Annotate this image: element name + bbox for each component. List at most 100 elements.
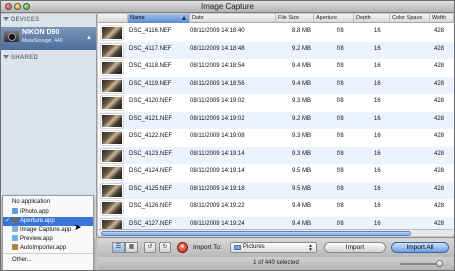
- table-row[interactable]: DSC_4117.NEF 08/11/2009 14:18:48 9.2 MB f/8…: [98, 41, 454, 59]
- column-header-file-size[interactable]: File Size: [276, 14, 314, 23]
- file-name-cell: DSC_4122.NEF: [129, 133, 173, 139]
- table-row[interactable]: DSC_4123.NEF 08/11/2009 14:19:14 9.3 MB f/8…: [98, 146, 454, 164]
- width-cell: 428: [434, 220, 445, 227]
- table-row[interactable]: DSC_4124.NEF 08/11/2009 14:19:14 9.5 MB f/8…: [98, 164, 454, 182]
- column-header-aperture[interactable]: Aperture: [314, 14, 354, 23]
- photo-thumbnail[interactable]: [101, 78, 123, 93]
- photo-thumbnail[interactable]: [101, 148, 123, 163]
- devices-header-label: DEVICES: [11, 17, 40, 23]
- photo-thumbnail[interactable]: [101, 166, 123, 180]
- photo-thumbnail[interactable]: [101, 201, 123, 215]
- date-cell: 08/11/2009 14:19:02: [190, 115, 245, 122]
- menu-item-autoimporter-app[interactable]: AutoImporter.app: [3, 244, 93, 253]
- table-row[interactable]: DSC_4125.NEF 08/11/2009 14:19:18 9.5 MB f/8…: [98, 181, 454, 199]
- app-icon: [12, 244, 18, 250]
- devices-section-header[interactable]: DEVICES: [3, 17, 39, 23]
- aperture-cell: f/8: [337, 80, 344, 87]
- column-header-name[interactable]: Name: [128, 14, 190, 23]
- import-to-label: Import To:: [193, 244, 222, 251]
- shared-section-header[interactable]: SHARED: [3, 55, 38, 61]
- folder-icon: [234, 245, 241, 250]
- aperture-cell: f/8: [337, 98, 344, 104]
- delete-icon[interactable]: ●: [177, 242, 188, 253]
- photo-thumbnail[interactable]: [101, 113, 123, 128]
- depth-cell: 16: [374, 28, 381, 34]
- menu-item-no-application[interactable]: No application: [3, 198, 93, 207]
- zoom-slider-knob[interactable]: [436, 260, 443, 267]
- device-subtitle: MassStorage, 440: [22, 38, 63, 44]
- device-name: NIKON D90: [22, 29, 60, 36]
- date-cell: 08/11/2009 14:19:02: [190, 98, 245, 104]
- date-cell: 08/11/2009 14:18:40: [190, 28, 245, 34]
- menu-item-other[interactable]: Other...: [3, 256, 93, 265]
- depth-cell: 16: [374, 150, 381, 157]
- aperture-cell: f/8: [337, 28, 344, 34]
- table-row[interactable]: DSC_4116.NEF 08/11/2009 14:18:40 8.8 MB f/8…: [98, 24, 454, 42]
- date-cell: 08/11/2009 14:19:08: [190, 133, 245, 139]
- aperture-cell: f/8: [337, 63, 344, 69]
- file-name-cell: DSC_4121.NEF: [129, 115, 173, 122]
- title-bar[interactable]: Image Capture: [1, 1, 454, 13]
- table-row[interactable]: DSC_4121.NEF 08/11/2009 14:19:02 9.2 MB f/8…: [98, 111, 454, 129]
- table-rows: DSC_4116.NEF 08/11/2009 14:18:40 8.8 MB f/8…: [98, 24, 454, 237]
- photo-thumbnail[interactable]: [101, 61, 123, 75]
- file-name-cell: DSC_4116.NEF: [129, 28, 172, 34]
- column-header-color-space[interactable]: Color Space: [390, 14, 430, 23]
- menu-item-preview-app[interactable]: Preview.app: [3, 235, 93, 244]
- window-title: Image Capture: [201, 2, 254, 11]
- icon-view-button[interactable]: ▦: [125, 242, 138, 253]
- file-table: Name Date File Size Aperture Depth Color…: [98, 14, 454, 237]
- file-size-cell: 9.4 MB: [291, 220, 311, 227]
- aperture-cell: f/8: [337, 203, 344, 209]
- depth-cell: 16: [374, 133, 381, 139]
- file-name-cell: DSC_4118.NEF: [129, 63, 172, 69]
- menu-item-iphoto-app[interactable]: iPhoto.app: [3, 208, 93, 217]
- width-cell: 428: [434, 28, 445, 34]
- zoom-slider-track[interactable]: [400, 263, 440, 265]
- file-size-cell: 9.3 MB: [291, 150, 311, 157]
- import-button[interactable]: Import: [324, 242, 386, 253]
- mouse-pointer-icon: ➤: [74, 222, 82, 232]
- width-cell: 428: [434, 63, 445, 69]
- width-cell: 428: [434, 150, 445, 157]
- date-cell: 08/11/2009 14:19:18: [190, 185, 245, 192]
- aperture-cell: f/8: [337, 45, 344, 52]
- import-all-button[interactable]: Import All: [391, 242, 449, 253]
- depth-cell: 16: [374, 63, 381, 69]
- list-view-button[interactable]: ☰: [112, 242, 125, 253]
- photo-thumbnail[interactable]: [101, 183, 123, 198]
- eject-icon[interactable]: ▲: [86, 35, 92, 41]
- depth-cell: 16: [374, 185, 381, 192]
- date-cell: 08/11/2009 14:18:48: [190, 45, 245, 52]
- photo-thumbnail[interactable]: [101, 26, 123, 40]
- sidebar-item-nikon-d90[interactable]: NIKON D90 MassStorage, 440 ▲: [1, 27, 96, 50]
- column-header-date[interactable]: Date: [190, 14, 276, 23]
- photo-thumbnail[interactable]: [101, 96, 123, 110]
- import-destination-select[interactable]: Pictures ▲ ▼: [230, 242, 317, 253]
- width-cell: 428: [434, 115, 445, 122]
- disclosure-triangle-icon[interactable]: [3, 55, 9, 60]
- disclosure-triangle-icon[interactable]: [3, 17, 9, 22]
- table-row[interactable]: DSC_4118.NEF 08/11/2009 14:18:54 9.4 MB f/8…: [98, 59, 454, 77]
- column-header-name-label: Name: [130, 15, 145, 21]
- aperture-cell: f/8: [337, 133, 344, 139]
- table-row[interactable]: DSC_4126.NEF 08/11/2009 14:19:22 9.4 MB f/8…: [98, 199, 454, 217]
- photo-thumbnail[interactable]: [101, 131, 123, 145]
- column-header-width[interactable]: Width: [430, 14, 454, 23]
- depth-cell: 16: [374, 168, 381, 174]
- rotate-right-button[interactable]: ↻: [159, 242, 171, 253]
- aperture-cell: f/8: [337, 185, 344, 192]
- rotate-left-button[interactable]: ↺: [144, 242, 156, 253]
- photo-thumbnail[interactable]: [101, 43, 123, 58]
- date-cell: 08/11/2009 14:19:14: [190, 168, 245, 174]
- table-row[interactable]: DSC_4119.NEF 08/11/2009 14:18:56 9.4 MB f/8…: [98, 76, 454, 94]
- depth-cell: 16: [374, 220, 381, 227]
- column-header-thumbnail[interactable]: [98, 14, 128, 23]
- table-row[interactable]: DSC_4122.NEF 08/11/2009 14:19:08 9.3 MB f/8…: [98, 129, 454, 147]
- app-icon: [12, 226, 18, 232]
- file-name-cell: DSC_4123.NEF: [129, 150, 173, 157]
- horizontal-scroll-thumb[interactable]: [101, 231, 411, 236]
- column-header-depth[interactable]: Depth: [354, 14, 390, 23]
- horizontal-scrollbar[interactable]: [99, 229, 453, 236]
- table-row[interactable]: DSC_4120.NEF 08/11/2009 14:19:02 9.3 MB f/8…: [98, 94, 454, 112]
